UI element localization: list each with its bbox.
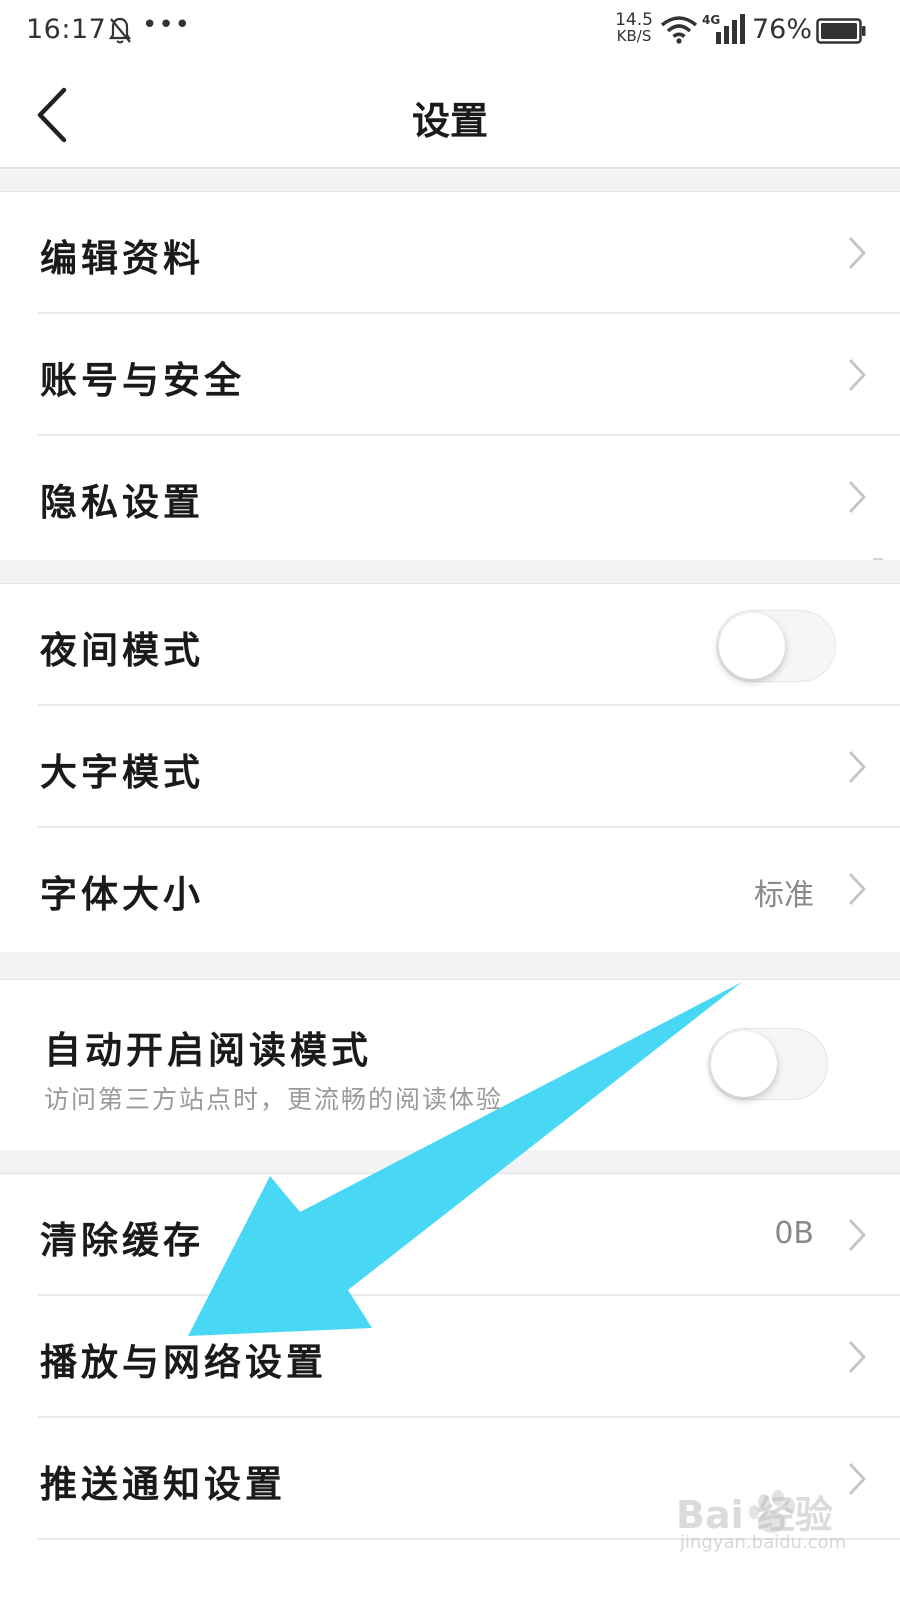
watermark-text: Bai 经验 — [676, 1493, 833, 1537]
watermark-url: jingyan.baidu.com — [680, 1532, 847, 1553]
settings-item-label: 夜间模式 — [40, 629, 204, 672]
cellular-signal-icon: 4G — [702, 13, 745, 44]
chevron-right-icon — [848, 1341, 866, 1373]
settings-item-large-text[interactable]: 大字模式 — [0, 706, 900, 828]
settings-item-label: 清除缓存 — [40, 1219, 204, 1262]
battery-percent: 76% — [752, 14, 813, 45]
settings-item-clear-cache[interactable]: 清除缓存 0B — [0, 1174, 900, 1296]
section-gap — [0, 1150, 900, 1174]
settings-item-night-mode: 夜间模式 — [0, 584, 900, 706]
settings-item-label: 推送通知设置 — [40, 1463, 286, 1506]
settings-item-account-security[interactable]: 账号与安全 — [0, 314, 900, 436]
settings-item-edit-profile[interactable]: 编辑资料 — [0, 192, 900, 314]
chevron-right-icon — [848, 873, 866, 905]
settings-item-font-size[interactable]: 字体大小 标准 — [0, 828, 900, 950]
network-speed: 14.5 KB/S — [612, 10, 656, 45]
cache-size-value: 0B — [774, 1216, 814, 1251]
network-speed-value: 14.5 — [615, 10, 653, 30]
status-time: 16:17 — [26, 14, 107, 45]
settings-item-subtitle: 访问第三方站点时，更流畅的阅读体验 — [44, 1085, 504, 1114]
toggle-knob — [711, 1031, 777, 1097]
settings-item-label: 隐私设置 — [40, 481, 204, 524]
chevron-right-icon — [848, 359, 866, 391]
wifi-icon — [660, 16, 698, 44]
status-bar: 16:17 ••• 14.5 KB/S 4G 76% — [0, 0, 900, 62]
section-gap — [0, 560, 900, 584]
settings-item-auto-reading-mode: 自动开启阅读模式 访问第三方站点时，更流畅的阅读体验 — [0, 980, 900, 1150]
font-size-value: 标准 — [754, 878, 814, 913]
settings-item-label: 字体大小 — [40, 873, 204, 916]
chevron-right-icon — [848, 751, 866, 783]
section-gap — [0, 952, 900, 980]
auto-reading-mode-toggle[interactable] — [708, 1028, 828, 1100]
chevron-right-icon — [848, 481, 866, 513]
toggle-knob — [719, 613, 785, 679]
bell-muted-icon — [108, 17, 132, 44]
more-notifications-icon: ••• — [142, 10, 192, 40]
settings-item-label: 播放与网络设置 — [40, 1341, 327, 1384]
settings-item-label: 大字模式 — [40, 751, 204, 794]
settings-item-privacy[interactable]: 隐私设置 — [0, 436, 900, 558]
chevron-right-icon — [848, 237, 866, 269]
battery-icon — [816, 18, 866, 44]
night-mode-toggle[interactable] — [716, 610, 836, 682]
chevron-right-icon — [848, 1219, 866, 1251]
settings-item-playback-network[interactable]: 播放与网络设置 — [0, 1296, 900, 1418]
section-gap — [0, 170, 900, 192]
network-speed-unit: KB/S — [616, 27, 652, 45]
network-type-label: 4G — [702, 13, 720, 27]
title-bar: 设置 — [0, 62, 900, 169]
settings-item-label: 账号与安全 — [40, 359, 245, 402]
settings-item-label: 编辑资料 — [40, 237, 204, 280]
settings-item-label: 自动开启阅读模式 — [44, 1029, 372, 1072]
page-title: 设置 — [411, 99, 488, 143]
